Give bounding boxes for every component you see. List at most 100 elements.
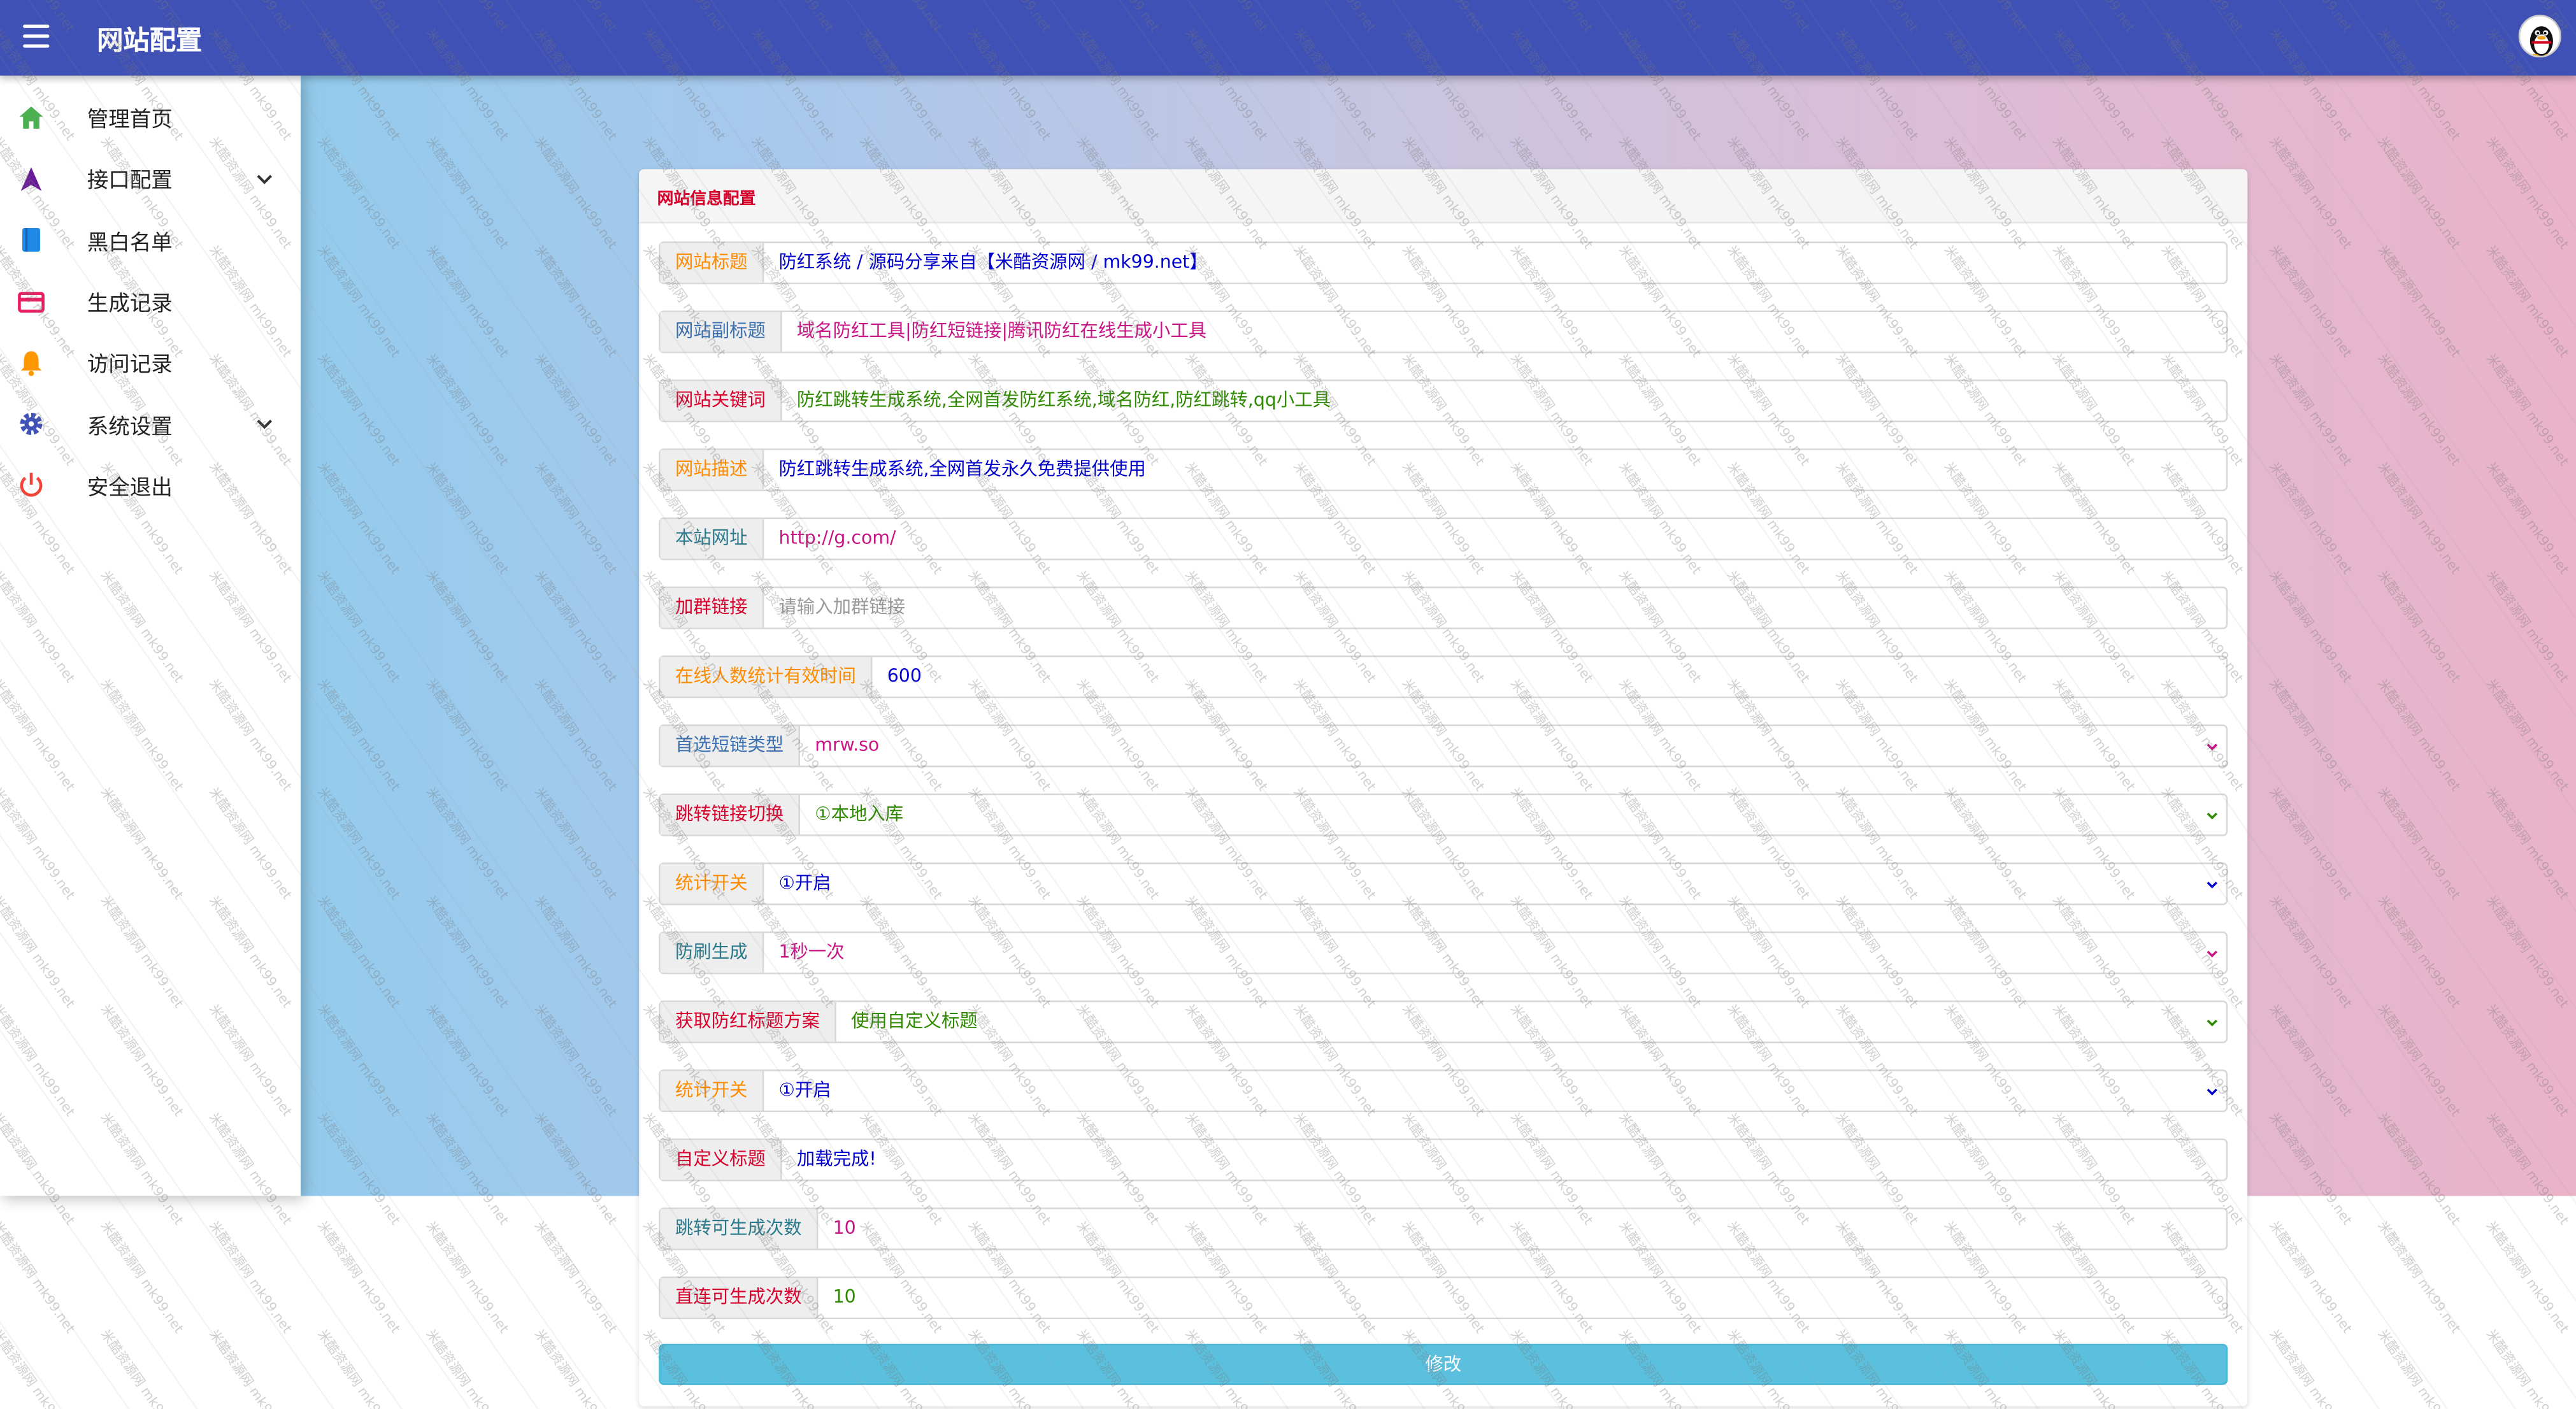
- page-title: 网站配置: [97, 24, 203, 56]
- field-value: 使用自定义标题: [850, 1010, 978, 1032]
- field-label: 防刷生成: [660, 933, 764, 973]
- field-value: 10: [833, 1286, 856, 1308]
- watermark-text: 米酷资源网 mk99.net: [206, 1327, 295, 1409]
- watermark-text: 米酷资源网 mk99.net: [531, 1219, 620, 1336]
- field-label: 加群链接: [660, 588, 764, 628]
- watermark-text: 米酷资源网 mk99.net: [423, 1327, 512, 1409]
- config-input-row: 网站副标题 域名防红工具|防红短链接|腾讯防红在线生成小工具: [659, 310, 2228, 354]
- sidebar-item-label: 管理首页: [87, 108, 173, 134]
- field-input[interactable]: 防红跳转生成系统,全网首发防红系统,域名防红,防红跳转,qq小工具: [782, 381, 2226, 420]
- chevron-down-icon: [2207, 743, 2217, 751]
- sidebar-item-home[interactable]: 管理首页: [0, 87, 301, 148]
- sidebar-item-settings[interactable]: 系统设置: [0, 394, 301, 455]
- watermark-text: 米酷资源网 mk99.net: [0, 1327, 78, 1409]
- field-label: 本站网址: [660, 519, 764, 559]
- field-value: 600: [887, 665, 922, 687]
- field-input[interactable]: 域名防红工具|防红短链接|腾讯防红在线生成小工具: [782, 312, 2226, 352]
- sidebar-item-visits[interactable]: 访问记录: [0, 332, 301, 393]
- field-select[interactable]: 1秒一次: [764, 933, 2226, 973]
- config-input-row: 本站网址 http://g.com/: [659, 517, 2228, 561]
- sidebar: 管理首页 接口配置 黑白名单 生成记录 访问记录 系统设置 安全退出: [0, 75, 301, 1196]
- site-config-panel: 网站信息配置 网站标题 防红系统 / 源码分享来自【米酷资源网 / mk99.ne…: [639, 169, 2248, 1406]
- field-input[interactable]: 加载完成!: [782, 1140, 2226, 1180]
- chevron-down-icon: [2207, 812, 2217, 820]
- field-label: 自定义标题: [660, 1140, 782, 1180]
- field-value: 加载完成!: [796, 1148, 877, 1170]
- field-label: 网站标题: [660, 243, 764, 283]
- page: 网站配置 管理首页 接口配置 黑白名单 生成记录 访问记录 系统设置 安全退出 …: [0, 0, 2576, 1409]
- field-select[interactable]: ①本地入库: [800, 795, 2226, 834]
- sidebar-item-label: 安全退出: [87, 476, 173, 501]
- field-value: 防红跳转生成系统,全网首发防红系统,域名防红,防红跳转,qq小工具: [796, 389, 1331, 411]
- sidebar-item-label: 生成记录: [87, 292, 173, 317]
- sidebar-item-logout[interactable]: 安全退出: [0, 455, 301, 516]
- watermark-text: 米酷资源网 mk99.net: [315, 1327, 403, 1409]
- field-input[interactable]: 600: [873, 657, 2226, 697]
- config-select-row: 首选短链类型 mrw.so: [659, 724, 2228, 768]
- field-select[interactable]: ①开启: [764, 1071, 2226, 1111]
- field-input[interactable]: http://g.com/: [764, 519, 2226, 559]
- chevron-down-icon: [257, 175, 273, 185]
- field-label: 统计开关: [660, 1071, 764, 1111]
- field-label: 网站关键词: [660, 381, 782, 421]
- watermark-text: 米酷资源网 mk99.net: [423, 1219, 512, 1336]
- sidebar-item-label: 接口配置: [87, 169, 173, 195]
- field-input[interactable]: 10: [818, 1209, 2226, 1248]
- field-label: 获取防红标题方案: [660, 1002, 836, 1042]
- field-value: 域名防红工具|防红短链接|腾讯防红在线生成小工具: [796, 320, 1207, 342]
- sidebar-item-label: 系统设置: [87, 415, 173, 440]
- field-value: ①开启: [778, 872, 831, 894]
- config-select-row: 统计开关 ①开启: [659, 862, 2228, 906]
- power-icon: [20, 473, 43, 497]
- field-value: 防红系统 / 源码分享来自【米酷资源网 / mk99.net】: [778, 251, 1208, 273]
- navigation-icon: [20, 167, 42, 191]
- config-input-row: 网站关键词 防红跳转生成系统,全网首发防红系统,域名防红,防红跳转,qq小工具: [659, 379, 2228, 422]
- field-input[interactable]: 防红系统 / 源码分享来自【米酷资源网 / mk99.net】: [764, 243, 2226, 283]
- sidebar-item-api-config[interactable]: 接口配置: [0, 148, 301, 210]
- watermark-text: 米酷资源网 mk99.net: [2483, 1327, 2572, 1409]
- config-select-row: 统计开关 ①开启: [659, 1069, 2228, 1113]
- config-input-row: 网站描述 防红跳转生成系统,全网首发永久免费提供使用: [659, 448, 2228, 492]
- watermark-text: 米酷资源网 mk99.net: [531, 1327, 620, 1409]
- watermark-text: 米酷资源网 mk99.net: [206, 1219, 295, 1336]
- field-input[interactable]: 防红跳转生成系统,全网首发永久免费提供使用: [764, 450, 2226, 490]
- watermark-text: 米酷资源网 mk99.net: [2483, 1219, 2572, 1336]
- field-label: 在线人数统计有效时间: [660, 657, 873, 697]
- config-input-row: 直连可生成次数 10: [659, 1276, 2228, 1320]
- field-label: 网站副标题: [660, 312, 782, 352]
- chevron-down-icon: [2207, 882, 2217, 889]
- field-input[interactable]: 请输入加群链接: [764, 588, 2226, 627]
- chevron-down-icon: [2207, 1019, 2217, 1027]
- field-select[interactable]: ①开启: [764, 864, 2226, 904]
- field-label: 跳转链接切换: [660, 795, 801, 835]
- sidebar-item-blacklist[interactable]: 黑白名单: [0, 210, 301, 271]
- watermark-text: 米酷资源网 mk99.net: [97, 1327, 187, 1409]
- sidebar-item-records[interactable]: 生成记录: [0, 271, 301, 332]
- qq-penguin-icon[interactable]: [2518, 15, 2561, 58]
- config-input-row: 加群链接 请输入加群链接: [659, 586, 2228, 629]
- field-placeholder: 请输入加群链接: [778, 596, 906, 618]
- config-input-row: 在线人数统计有效时间 600: [659, 655, 2228, 699]
- watermark-text: 米酷资源网 mk99.net: [2266, 1219, 2355, 1336]
- config-input-row: 跳转可生成次数 10: [659, 1207, 2228, 1250]
- chevron-down-icon: [2207, 950, 2217, 958]
- field-select[interactable]: mrw.so: [800, 726, 2226, 766]
- chevron-down-icon: [2207, 1089, 2217, 1096]
- field-label: 直连可生成次数: [660, 1278, 819, 1318]
- config-select-row: 防刷生成 1秒一次: [659, 931, 2228, 975]
- field-value: ①开启: [778, 1079, 831, 1101]
- watermark-text: 米酷资源网 mk99.net: [2375, 1219, 2463, 1336]
- top-app-bar: 网站配置: [0, 0, 2576, 76]
- field-select[interactable]: 使用自定义标题: [836, 1002, 2226, 1041]
- config-input-row: 网站标题 防红系统 / 源码分享来自【米酷资源网 / mk99.net】: [659, 241, 2228, 285]
- menu-icon[interactable]: [23, 24, 50, 48]
- watermark-text: 米酷资源网 mk99.net: [2266, 1327, 2355, 1409]
- field-input[interactable]: 10: [818, 1278, 2226, 1318]
- field-label: 统计开关: [660, 864, 764, 904]
- submit-button[interactable]: 修改: [659, 1343, 2228, 1385]
- field-label: 跳转可生成次数: [660, 1209, 819, 1249]
- card-icon: [18, 291, 45, 312]
- watermark-text: 米酷资源网 mk99.net: [2375, 1327, 2463, 1409]
- watermark-text: 米酷资源网 mk99.net: [97, 1219, 187, 1336]
- field-value: mrw.so: [815, 734, 880, 756]
